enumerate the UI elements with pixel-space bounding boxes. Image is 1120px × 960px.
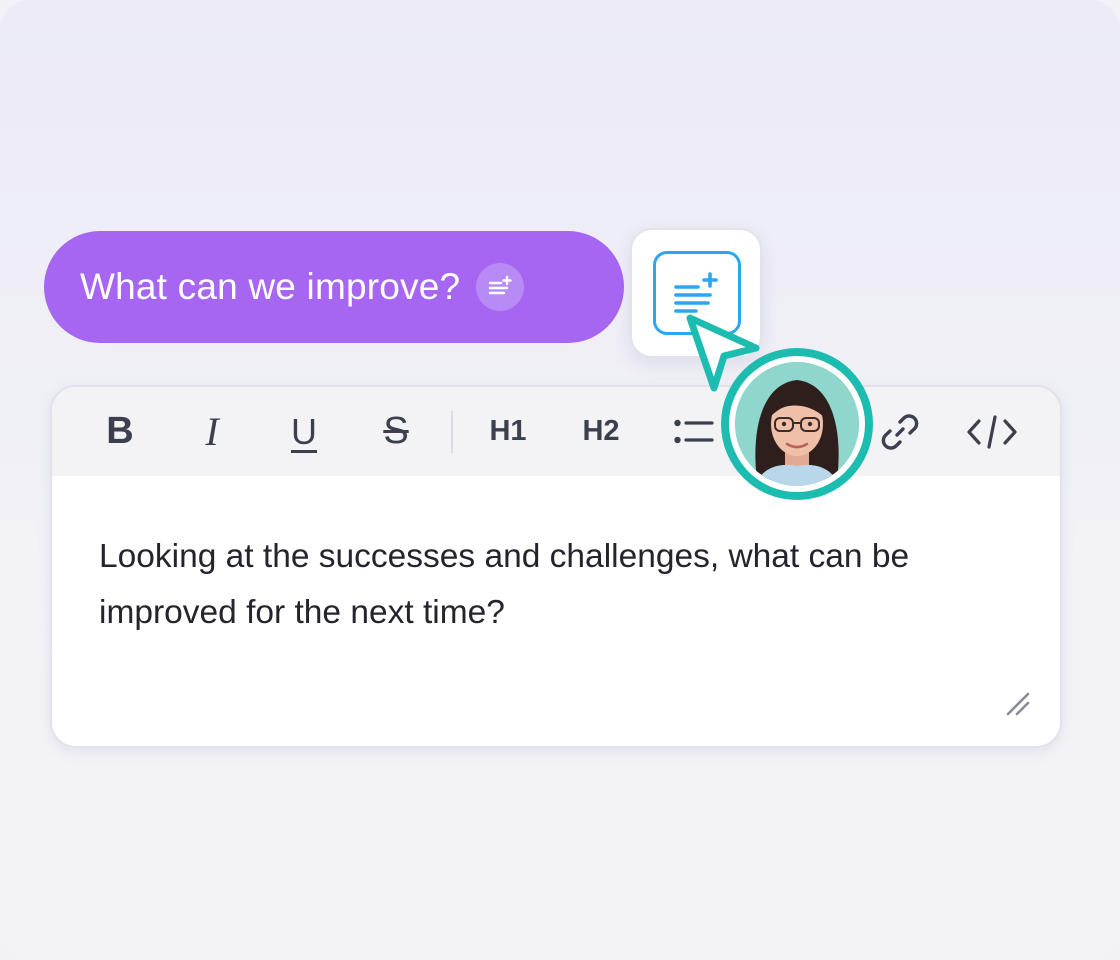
heading-2-label: H2 [582, 415, 620, 447]
rich-text-editor[interactable]: B I U S H1 H2 Looking at the successes a… [50, 385, 1062, 748]
code-button[interactable] [964, 387, 1020, 476]
canvas: What can we improve? B I U S H1 H2 Looki… [0, 0, 1120, 960]
strikethrough-button[interactable]: S [372, 387, 420, 476]
resize-handle-icon[interactable] [1004, 690, 1030, 716]
add-text-icon[interactable] [476, 263, 525, 311]
question-pill[interactable]: What can we improve? [44, 231, 624, 343]
bulleted-list-icon [674, 419, 714, 443]
user-avatar [735, 362, 859, 486]
italic-label: I [205, 409, 219, 454]
heading-1-button[interactable]: H1 [480, 387, 536, 476]
underline-button[interactable]: U [280, 387, 328, 476]
code-icon [967, 414, 1017, 449]
formatting-toolbar: B I U S H1 H2 [52, 387, 1060, 476]
collaborator-cursor [721, 348, 873, 500]
bold-button[interactable]: B [96, 387, 144, 476]
italic-button[interactable]: I [188, 387, 236, 476]
link-icon [881, 413, 919, 450]
heading-2-button[interactable]: H2 [572, 387, 630, 476]
strikethrough-label: S [383, 410, 409, 452]
bulleted-list-button[interactable] [670, 387, 718, 476]
underline-label: U [291, 410, 317, 452]
bold-label: B [106, 410, 134, 452]
question-text: What can we improve? [80, 266, 461, 307]
avatar-border [729, 356, 865, 492]
link-button[interactable] [874, 387, 926, 476]
editor-text[interactable]: Looking at the successes and challenges,… [99, 529, 1029, 641]
toolbar-divider [451, 411, 453, 453]
heading-1-label: H1 [489, 415, 527, 447]
